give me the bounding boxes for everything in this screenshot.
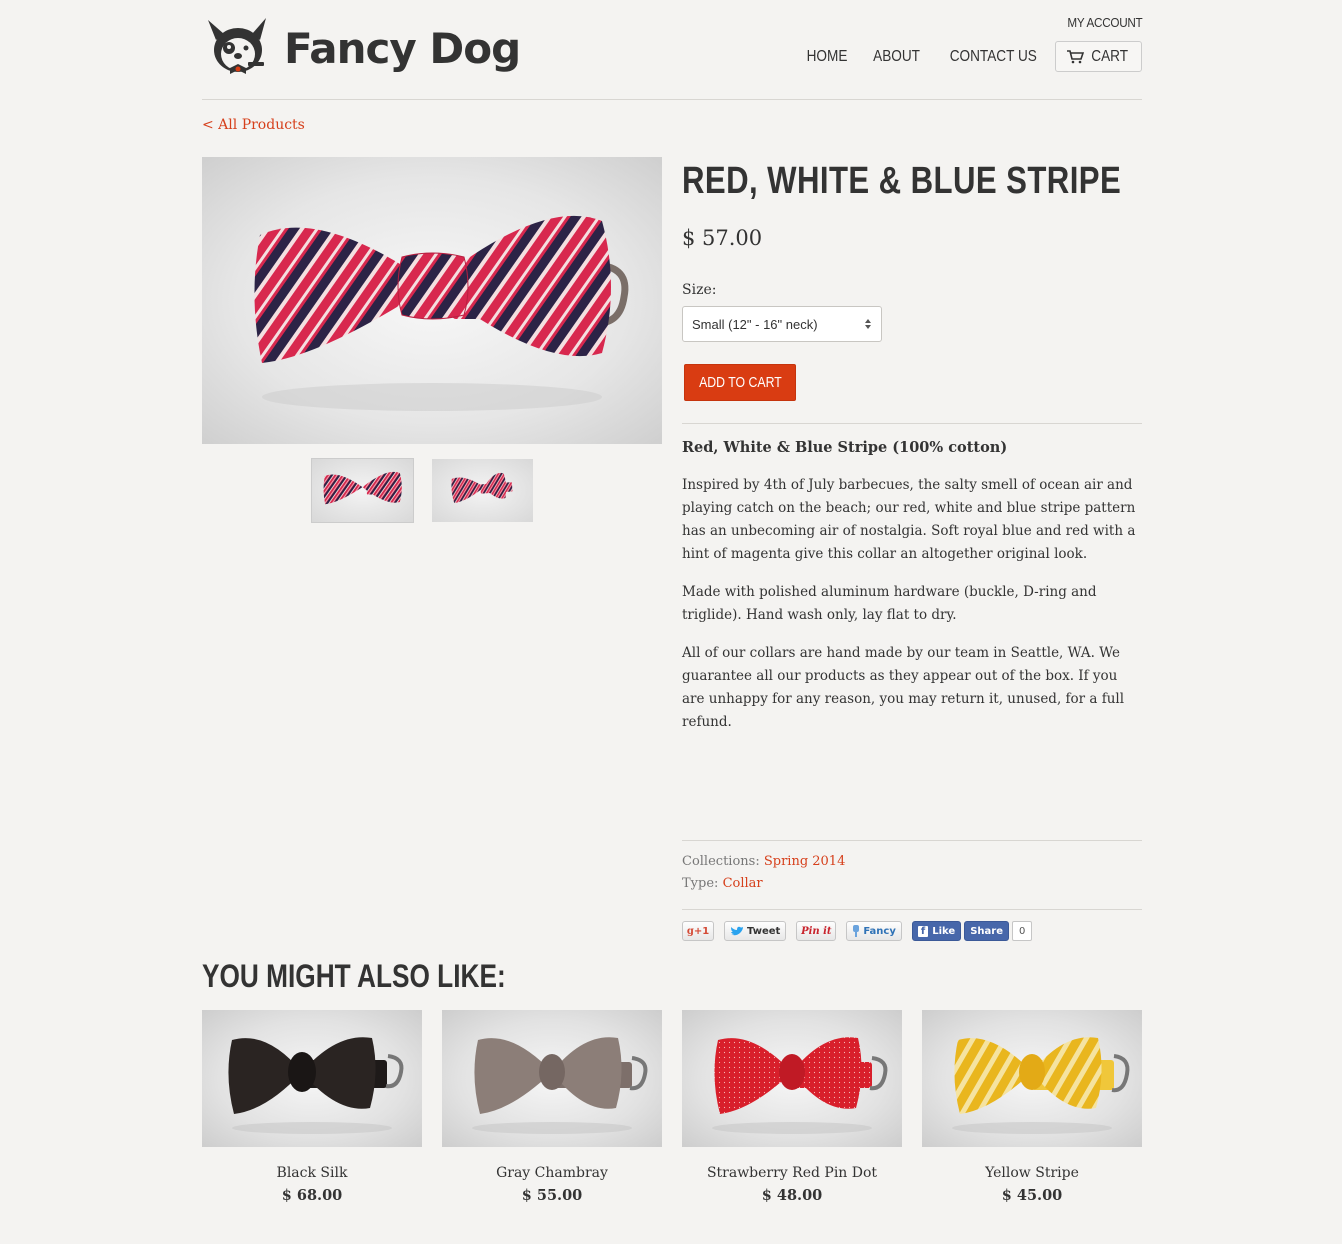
related-product-name[interactable]: Yellow Stripe	[922, 1165, 1142, 1181]
fancy-icon	[853, 925, 860, 937]
social-share-bar: g +1 Tweet Pin it Fancy f Like Share 0	[682, 921, 1042, 941]
related-product-name[interactable]: Strawberry Red Pin Dot	[682, 1165, 902, 1181]
yellow-stripe-bow-tie-image	[952, 1037, 1130, 1134]
meta-divider	[682, 840, 1142, 841]
like-label: Like	[932, 925, 956, 937]
type-link[interactable]: Collar	[723, 876, 763, 891]
nav-contact-us[interactable]: CONTACT US	[950, 48, 1037, 66]
bow-tie-image	[254, 215, 629, 411]
type-row: Type: Collar	[682, 876, 763, 891]
details-divider	[682, 423, 1142, 424]
share-count: 0	[1012, 921, 1033, 941]
size-select[interactable]: Small (12" - 16" neck)	[682, 306, 882, 342]
product-image[interactable]	[202, 157, 662, 444]
collection-link[interactable]: Spring 2014	[764, 854, 846, 869]
related-product-card[interactable]: Strawberry Red Pin Dot $ 48.00	[682, 1010, 902, 1204]
google-plus-button[interactable]: g +1	[682, 921, 714, 941]
product-title: RED, WHITE & BLUE STRIPE	[682, 160, 1122, 202]
related-product-image[interactable]	[682, 1010, 902, 1147]
related-products-heading: YOU MIGHT ALSO LIKE:	[202, 958, 506, 994]
twitter-bird-icon	[731, 926, 743, 935]
my-account-link[interactable]: MY ACCOUNT	[1067, 15, 1142, 30]
add-to-cart-label: ADD TO CART	[698, 374, 782, 391]
description-heading: Red, White & Blue Stripe (100% cotton)	[682, 439, 1008, 456]
pin-it-button[interactable]: Pin it	[796, 921, 837, 941]
fancy-label: Fancy	[863, 925, 896, 937]
related-product-price: $ 48.00	[761, 1187, 823, 1204]
related-product-card[interactable]: Yellow Stripe $ 45.00	[922, 1010, 1142, 1204]
facebook-icon: f	[917, 925, 929, 937]
size-selected-value: Small (12" - 16" neck)	[692, 316, 818, 332]
tweet-label: Tweet	[747, 925, 781, 937]
related-product-name[interactable]: Black Silk	[202, 1165, 422, 1181]
product-price: $ 57.00	[682, 226, 763, 250]
related-product-name[interactable]: Gray Chambray	[442, 1165, 662, 1181]
share-label: Share	[970, 925, 1003, 937]
description-paragraph: All of our collars are hand made by our …	[682, 645, 1125, 730]
collections-label: Collections:	[682, 854, 760, 869]
collections-row: Collections: Spring 2014	[682, 854, 845, 869]
nav-about[interactable]: ABOUT	[873, 48, 920, 66]
nav-home[interactable]: HOME	[807, 48, 848, 66]
logo[interactable]: Fancy Dog	[202, 16, 521, 80]
type-label: Type:	[682, 876, 719, 891]
related-product-card[interactable]: Gray Chambray $ 55.00	[442, 1010, 662, 1204]
main-nav: HOME ABOUT CONTACT US CART	[785, 41, 1142, 72]
pin-it-label: Pin it	[801, 925, 832, 937]
black-bow-tie-image	[228, 1037, 404, 1134]
related-product-card[interactable]: Black Silk $ 68.00	[202, 1010, 422, 1204]
thumbnail-1[interactable]	[311, 458, 414, 523]
header-divider	[202, 99, 1142, 100]
description-paragraph: Inspired by 4th of July barbecues, the s…	[682, 477, 1136, 562]
thumbnail-bow-tie-image	[323, 471, 402, 505]
cart-icon	[1066, 49, 1084, 63]
related-product-price: $ 68.00	[281, 1187, 343, 1204]
related-product-image[interactable]	[442, 1010, 662, 1147]
thumbnail-2[interactable]	[432, 459, 533, 522]
cart-button[interactable]: CART	[1054, 41, 1142, 72]
red-pin-dot-bow-tie-image	[712, 1037, 888, 1134]
share-count-value: 0	[1019, 925, 1026, 937]
social-divider	[682, 909, 1142, 910]
select-arrows-icon	[865, 319, 871, 329]
related-product-image[interactable]	[202, 1010, 422, 1147]
google-plus-icon: g	[686, 925, 694, 937]
related-product-price: $ 55.00	[521, 1187, 583, 1204]
description-paragraph: Made with polished aluminum hardware (bu…	[682, 584, 1097, 623]
fancy-button[interactable]: Fancy	[846, 921, 902, 941]
google-plus-label: +1	[693, 925, 710, 937]
brand-name: Fancy Dog	[284, 23, 521, 73]
facebook-like-button[interactable]: f Like	[911, 921, 962, 941]
add-to-cart-button[interactable]: ADD TO CART	[684, 364, 796, 401]
dog-logo-icon	[208, 18, 266, 74]
size-label: Size:	[682, 282, 717, 298]
gray-bow-tie-image	[472, 1037, 648, 1134]
facebook-share-button[interactable]: Share	[964, 921, 1009, 941]
page: Fancy Dog MY ACCOUNT HOME ABOUT CONTACT …	[202, 0, 1142, 1244]
related-product-image[interactable]	[922, 1010, 1142, 1147]
cart-label: CART	[1090, 47, 1128, 65]
thumbnail-bow-tie-image	[451, 472, 513, 504]
all-products-link[interactable]: < All Products	[202, 117, 305, 133]
related-product-price: $ 45.00	[1001, 1187, 1063, 1204]
tweet-button[interactable]: Tweet	[724, 921, 787, 941]
